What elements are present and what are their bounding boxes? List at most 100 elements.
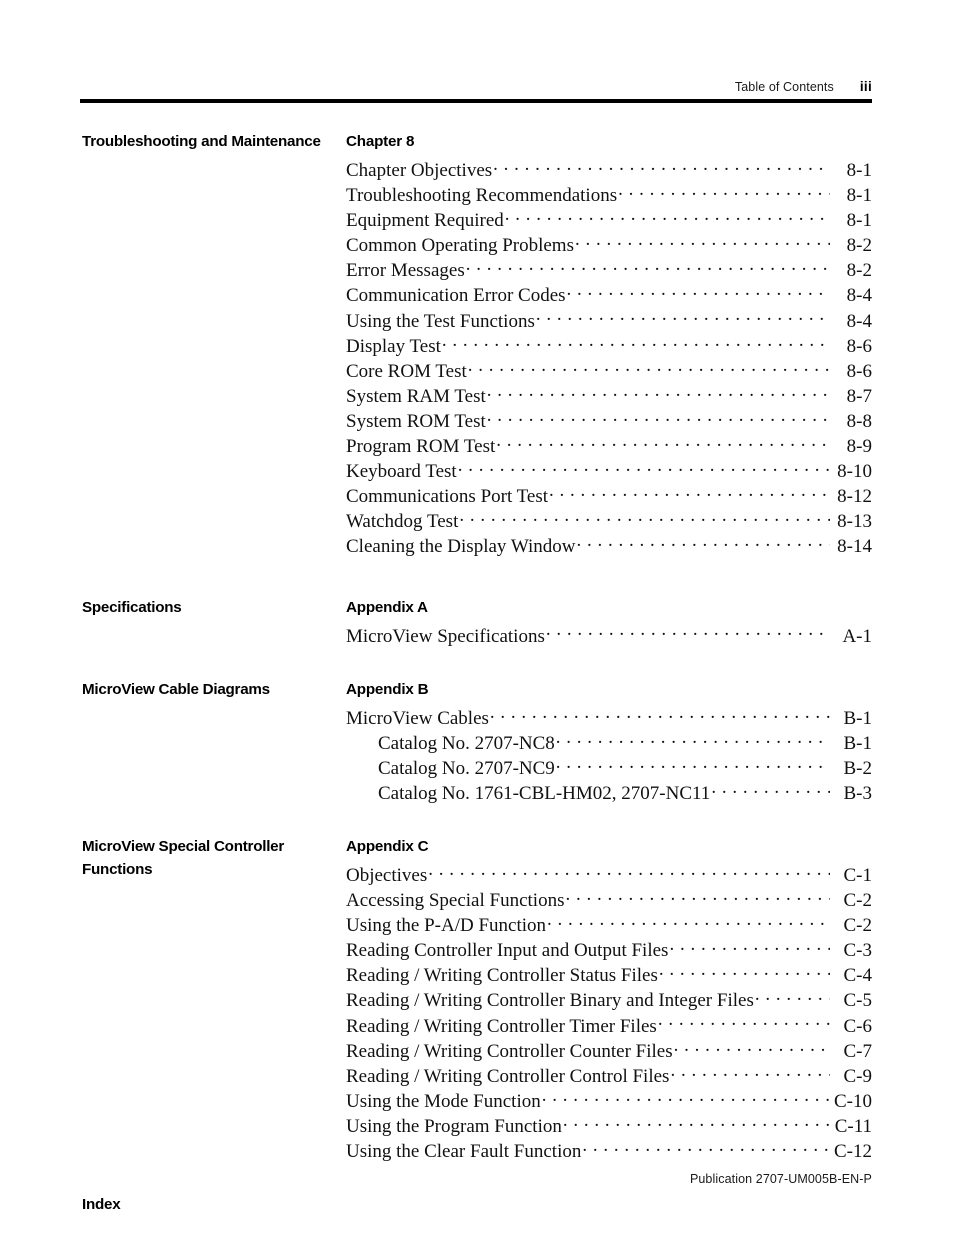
toc-entry[interactable]: Catalog No. 1761-CBL-HM02, 2707-NC11 B-3: [346, 780, 872, 805]
section-entries: Chapter 8Chapter Objectives8-1Troublesho…: [346, 130, 872, 559]
toc-entry[interactable]: Display Test 8-6: [346, 333, 872, 358]
section-title-chapter-8: Chapter 8: [346, 133, 415, 150]
toc-entry-label: Catalog No. 1761-CBL-HM02, 2707-NC11: [378, 782, 711, 804]
toc-entry[interactable]: System RAM Test 8-7: [346, 383, 872, 408]
dot-leader: [563, 1113, 830, 1132]
toc-entry-label: Communication Error Codes: [346, 285, 566, 307]
dot-leader: [556, 730, 830, 749]
toc-entry-page-number: B-1: [843, 707, 873, 729]
section-entries: Appendix BMicroView CablesB-1Catalog No.…: [346, 678, 872, 805]
dot-leader: [669, 937, 830, 956]
toc-entry[interactable]: Communications Port Test 8-12: [346, 483, 872, 508]
section-title-appendix-a: Appendix A: [346, 598, 428, 616]
toc-entry[interactable]: System ROM Test 8-8: [346, 408, 872, 433]
toc-entry[interactable]: Reading / Writing Controller Timer Files…: [346, 1013, 872, 1038]
toc-entry[interactable]: Reading / Writing Controller Control Fil…: [346, 1063, 872, 1088]
toc-entry-page-number: B-3: [843, 782, 873, 804]
toc-entry-label: Catalog No. 2707-NC8: [378, 732, 555, 754]
table-of-contents: Troubleshooting and Maintenance Chapter 8…: [0, 130, 954, 1213]
toc-entry[interactable]: Error Messages 8-2: [346, 257, 872, 282]
toc-entry[interactable]: Keyboard Test 8-10: [346, 458, 872, 483]
toc-entry[interactable]: MicroView Cables B-1: [346, 705, 872, 730]
section-label-microview-cable-diagrams: MicroView Cable Diagrams: [82, 680, 270, 698]
toc-entry-page-number: 8-8: [846, 410, 872, 432]
toc-entry[interactable]: Catalog No. 2707-NC8 B-1: [346, 730, 872, 755]
toc-entry[interactable]: Using the Test Functions 8-4: [346, 308, 872, 333]
dot-leader: [496, 433, 830, 452]
toc-entry-label: Chapter Objectives: [346, 160, 493, 181]
toc-entry-page-number: 8-6: [846, 360, 872, 382]
toc-entry[interactable]: Cleaning the Display Window 8-14: [346, 533, 872, 558]
toc-entry[interactable]: Communication Error Codes 8-4: [346, 282, 872, 307]
toc-entry-page-number: C-9: [843, 1065, 873, 1087]
toc-entry-label: Using the Program Function: [346, 1115, 562, 1137]
toc-entry[interactable]: Watchdog Test 8-13: [346, 508, 872, 533]
toc-entry-label: MicroView Cables: [346, 707, 489, 729]
toc-entry-page-number: C-5: [843, 990, 873, 1012]
section-title-appendix-c: Appendix C: [346, 837, 429, 855]
toc-entry[interactable]: Core ROM Test 8-6: [346, 358, 872, 383]
section-entries: Appendix A MicroView Specifications A-1: [346, 596, 872, 648]
toc-entry-label: Keyboard Test: [346, 461, 457, 483]
toc-entry-page-number: 8-14: [837, 536, 872, 558]
dot-leader: [536, 308, 830, 327]
toc-entry-label: Cleaning the Display Window: [346, 536, 576, 558]
toc-entry-page-number: 8-4: [846, 285, 872, 307]
dot-leader: [466, 257, 830, 276]
dot-leader: [442, 333, 830, 352]
dot-leader: [674, 1038, 830, 1057]
toc-entry-page-number: C-3: [843, 940, 873, 962]
toc-entry[interactable]: Common Operating Problems 8-2: [346, 232, 872, 257]
toc-entry[interactable]: Troubleshooting Recommendations 8-1: [346, 182, 872, 207]
toc-entry-label: Using the Clear Fault Function: [346, 1141, 582, 1162]
toc-entry-label: Program ROM Test: [346, 436, 496, 458]
toc-entry-page-number: 8-1: [846, 210, 872, 232]
section-entries: Appendix C ObjectivesC-1Accessing Special…: [346, 835, 872, 1163]
dot-leader: [458, 458, 830, 477]
toc-entry-page-number: C-12: [834, 1141, 872, 1162]
dot-leader: [487, 383, 830, 402]
toc-entry[interactable]: Using the Clear Fault Function C-12: [346, 1138, 872, 1163]
toc-entry[interactable]: Accessing Special Functions C-2: [346, 887, 872, 912]
toc-entry[interactable]: Using the P-A/D Function C-2: [346, 912, 872, 937]
toc-entry[interactable]: Reading / Writing Controller Counter Fil…: [346, 1038, 872, 1063]
toc-entry-page-number: C-10: [834, 1090, 872, 1112]
dot-leader: [487, 408, 830, 427]
toc-entry-label: System RAM Test: [346, 385, 486, 407]
toc-entry-label: System ROM Test: [346, 410, 486, 432]
toc-entry[interactable]: Using the Program Function C-11: [346, 1113, 872, 1138]
toc-entry-label: Common Operating Problems: [346, 235, 574, 257]
dot-leader: [711, 780, 830, 799]
toc-entry-label: MicroView Specifications: [346, 625, 545, 647]
toc-entry-page-number: 8-4: [846, 310, 872, 332]
dot-leader: [468, 358, 830, 377]
toc-entry[interactable]: Catalog No. 2707-NC9 B-2: [346, 755, 872, 780]
toc-entry-label: Core ROM Test: [346, 360, 467, 382]
page-folio: iii: [859, 79, 872, 94]
toc-entry[interactable]: Equipment Required 8-1: [346, 207, 872, 232]
toc-entry[interactable]: Program ROM Test 8-9: [346, 433, 872, 458]
toc-entry[interactable]: Chapter Objectives 8-1: [346, 157, 872, 182]
dot-leader: [565, 887, 830, 906]
dot-leader: [547, 912, 830, 931]
toc-section-microview-cable-diagrams: MicroView Cable Diagrams Appendix B MicroV…: [0, 678, 954, 805]
section-label-index: Index: [82, 1196, 121, 1214]
toc-entry[interactable]: Reading / Writing Controller Binary and …: [346, 987, 872, 1012]
dot-leader: [549, 483, 830, 502]
dot-leader: [582, 1138, 830, 1157]
toc-entry-page-number: C-2: [843, 890, 873, 912]
dot-leader: [546, 623, 830, 642]
toc-entry-page-number: 8-13: [837, 511, 872, 533]
toc-entry[interactable]: Objectives C-1: [346, 862, 872, 887]
toc-entry[interactable]: Reading / Writing Controller Status File…: [346, 962, 872, 987]
toc-entry-page-number: C-11: [834, 1115, 872, 1137]
toc-entry[interactable]: Using the Mode Function C-10: [346, 1088, 872, 1113]
toc-entry[interactable]: MicroView Specifications A-1: [346, 623, 872, 648]
header-title: Table of Contents: [734, 80, 834, 94]
toc-entry-label: Objectives: [346, 864, 428, 886]
toc-entry-page-number: 8-9: [846, 436, 872, 458]
toc-entry[interactable]: Reading Controller Input and Output File…: [346, 937, 872, 962]
toc-entry-label: Troubleshooting Recommendations: [346, 185, 618, 207]
